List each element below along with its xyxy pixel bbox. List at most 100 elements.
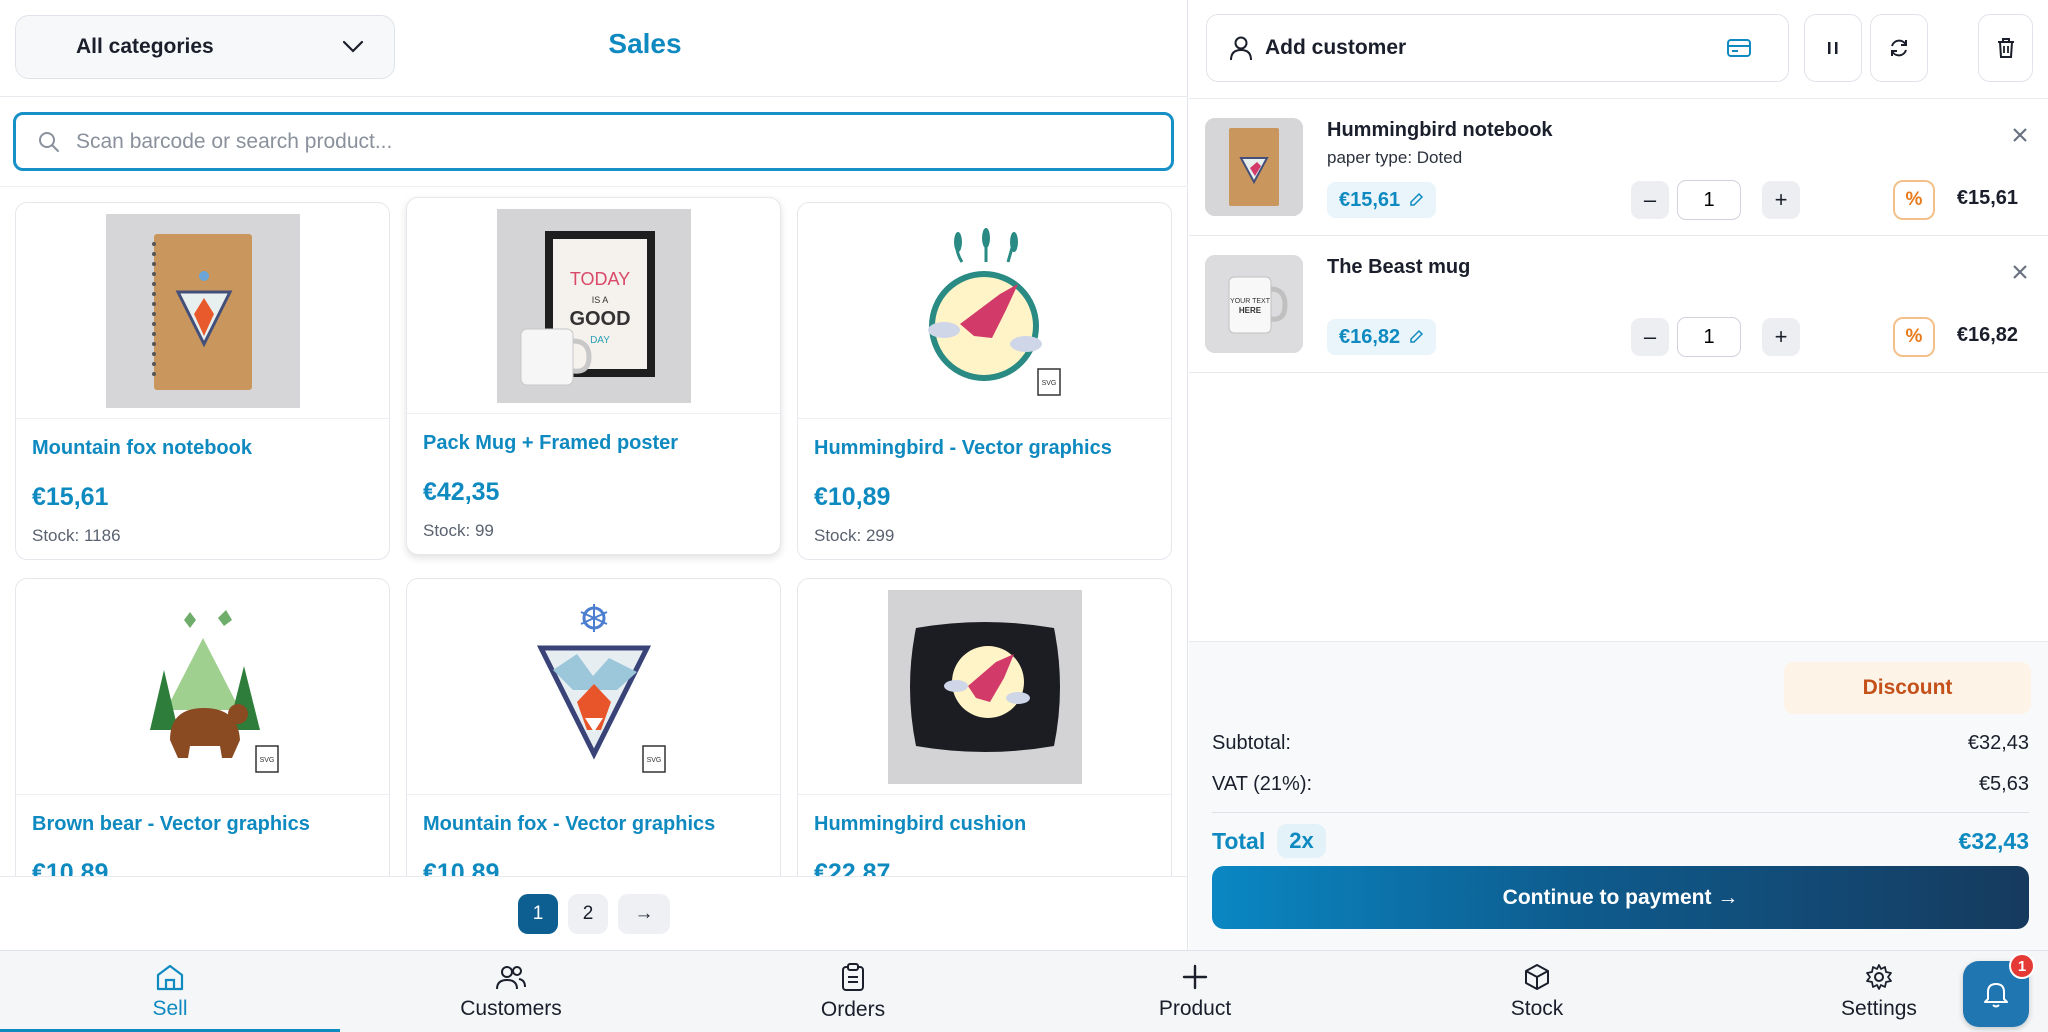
qty-increase-button[interactable]: + bbox=[1762, 318, 1800, 356]
product-name: Mountain fox notebook bbox=[32, 437, 252, 459]
poster-mug-image: TODAY IS A GOOD DAY bbox=[496, 208, 691, 403]
product-name: Mountain fox - Vector graphics bbox=[423, 813, 716, 835]
cart-line-total: €15,61 bbox=[1956, 187, 2018, 209]
svg-text:YOUR TEXT: YOUR TEXT bbox=[1230, 298, 1271, 305]
line-discount-button[interactable]: % bbox=[1893, 180, 1935, 220]
pencil-icon bbox=[1410, 192, 1424, 206]
product-card[interactable]: Hummingbird cushion €22,87 bbox=[797, 578, 1172, 876]
product-image-wrap: TODAY IS A GOOD DAY bbox=[407, 198, 780, 414]
summary-divider bbox=[1212, 812, 2029, 813]
nav-orders-label: Orders bbox=[820, 998, 886, 1021]
close-icon bbox=[2013, 265, 2027, 279]
qty-decrease-button[interactable]: – bbox=[1631, 318, 1669, 356]
search-box[interactable] bbox=[13, 112, 1174, 171]
product-name: Hummingbird cushion bbox=[814, 813, 1027, 835]
nav-product[interactable]: Product bbox=[1095, 951, 1295, 1032]
home-icon bbox=[156, 964, 184, 991]
continue-to-payment-button[interactable]: Continue to payment → bbox=[1212, 866, 2029, 929]
product-card[interactable]: Mountain fox notebook €15,61 Stock: 1186 bbox=[15, 202, 390, 560]
page-title: Sales bbox=[608, 28, 682, 59]
notebook-thumbnail bbox=[1205, 118, 1303, 216]
mug-thumbnail: YOUR TEXTHERE bbox=[1205, 255, 1303, 353]
cart-line-name: Hummingbird notebook bbox=[1327, 119, 1553, 141]
product-card[interactable]: TODAY IS A GOOD DAY Pack Mug + Framed po… bbox=[406, 197, 781, 555]
add-customer-button[interactable]: Add customer bbox=[1206, 14, 1789, 82]
nav-stock-label: Stock bbox=[1510, 997, 1564, 1020]
product-price: €42,35 bbox=[423, 478, 500, 506]
nav-stock[interactable]: Stock bbox=[1437, 951, 1637, 1032]
product-price: €10,89 bbox=[423, 859, 500, 876]
pause-icon bbox=[1828, 42, 1838, 54]
nav-customers-label: Customers bbox=[460, 997, 562, 1020]
notebook-image bbox=[105, 213, 300, 408]
refresh-button[interactable] bbox=[1870, 14, 1928, 82]
next-page-button[interactable]: → bbox=[618, 893, 670, 934]
svg-text:SVG: SVG bbox=[259, 757, 274, 764]
product-card[interactable]: SVG Brown bear - Vector graphics €10,89 bbox=[15, 578, 390, 876]
cart-line-unit-price[interactable]: €15,61 bbox=[1327, 182, 1437, 218]
nav-product-label: Product bbox=[1158, 997, 1232, 1020]
nav-settings-label: Settings bbox=[1841, 997, 1917, 1020]
product-price: €22,87 bbox=[814, 859, 891, 876]
refresh-icon bbox=[1891, 39, 1907, 57]
total-value: €32,43 bbox=[1958, 827, 2029, 854]
qty-input[interactable] bbox=[1677, 317, 1741, 357]
notifications-button[interactable]: 1 bbox=[1963, 953, 2035, 1027]
cushion-image bbox=[887, 589, 1082, 784]
product-image-wrap bbox=[798, 579, 1171, 795]
product-image-wrap bbox=[16, 203, 389, 419]
product-image-wrap: SVG bbox=[798, 203, 1171, 419]
credit-card-icon[interactable] bbox=[1726, 37, 1752, 59]
nav-orders[interactable]: Orders bbox=[753, 951, 953, 1032]
line-discount-button[interactable]: % bbox=[1893, 317, 1935, 357]
plus-icon bbox=[1182, 964, 1208, 990]
cart-line-unit-price[interactable]: €16,82 bbox=[1327, 319, 1437, 355]
svg-text:DAY: DAY bbox=[590, 335, 610, 346]
discount-button[interactable]: Discount bbox=[1784, 662, 2031, 714]
pencil-icon bbox=[1410, 329, 1424, 343]
clipboard-icon bbox=[842, 963, 864, 991]
nav-settings[interactable]: Settings bbox=[1779, 951, 1979, 1032]
svg-text:IS A: IS A bbox=[591, 295, 608, 305]
qty-increase-button[interactable]: + bbox=[1762, 181, 1800, 219]
total-row: Total 2x €32,43 bbox=[1212, 823, 2029, 859]
product-stock: Stock: 1186 bbox=[32, 526, 121, 545]
svg-text:HERE: HERE bbox=[1239, 306, 1262, 315]
item-count-badge: 2x bbox=[1277, 824, 1326, 858]
svg-text:GOOD: GOOD bbox=[569, 308, 630, 330]
notification-count-badge: 1 bbox=[2009, 953, 2035, 979]
pause-button[interactable] bbox=[1804, 14, 1862, 82]
box-icon bbox=[1525, 964, 1549, 990]
remove-line-button[interactable] bbox=[2006, 121, 2034, 149]
page-1-button[interactable]: 1 bbox=[518, 893, 558, 934]
nav-sell[interactable]: Sell bbox=[70, 951, 270, 1032]
cart-line: Hummingbird notebook paper type: Doted €… bbox=[1189, 99, 2048, 236]
search-input[interactable] bbox=[76, 129, 1126, 154]
chevron-down-icon bbox=[342, 40, 364, 53]
qty-decrease-button[interactable]: – bbox=[1631, 181, 1669, 219]
subtotal-value: €32,43 bbox=[1967, 732, 2029, 754]
product-price: €15,61 bbox=[32, 483, 109, 511]
svg-text:SVG: SVG bbox=[1041, 380, 1056, 387]
vat-row: VAT (21%): €5,63 bbox=[1212, 773, 2029, 796]
product-name: Pack Mug + Framed poster bbox=[423, 432, 679, 454]
product-card[interactable]: SVG Hummingbird - Vector graphics €10,89… bbox=[797, 202, 1172, 560]
page-2-button[interactable]: 2 bbox=[568, 893, 608, 934]
qty-input[interactable] bbox=[1677, 180, 1741, 220]
products-header: All categories Sales bbox=[0, 0, 1188, 97]
nav-customers[interactable]: Customers bbox=[411, 951, 611, 1032]
cart-line: YOUR TEXTHERE The Beast mug €16,82 – + %… bbox=[1189, 236, 2048, 373]
nav-sell-label: Sell bbox=[152, 997, 188, 1020]
pagination: 1 2 → bbox=[0, 876, 1188, 950]
cart-line-name: The Beast mug bbox=[1327, 256, 1471, 278]
product-image-wrap: SVG bbox=[16, 579, 389, 795]
remove-line-button[interactable] bbox=[2006, 258, 2034, 286]
product-name: Hummingbird - Vector graphics bbox=[814, 437, 1112, 459]
category-select[interactable]: All categories bbox=[15, 15, 395, 79]
category-select-value: All categories bbox=[76, 35, 214, 58]
fox-vector-image: SVG bbox=[536, 603, 666, 773]
cart-line-thumbnail bbox=[1205, 118, 1303, 216]
product-stock: Stock: 99 bbox=[423, 521, 494, 540]
product-card[interactable]: SVG Mountain fox - Vector graphics €10,8… bbox=[406, 578, 781, 876]
clear-cart-button[interactable] bbox=[1978, 14, 2033, 82]
